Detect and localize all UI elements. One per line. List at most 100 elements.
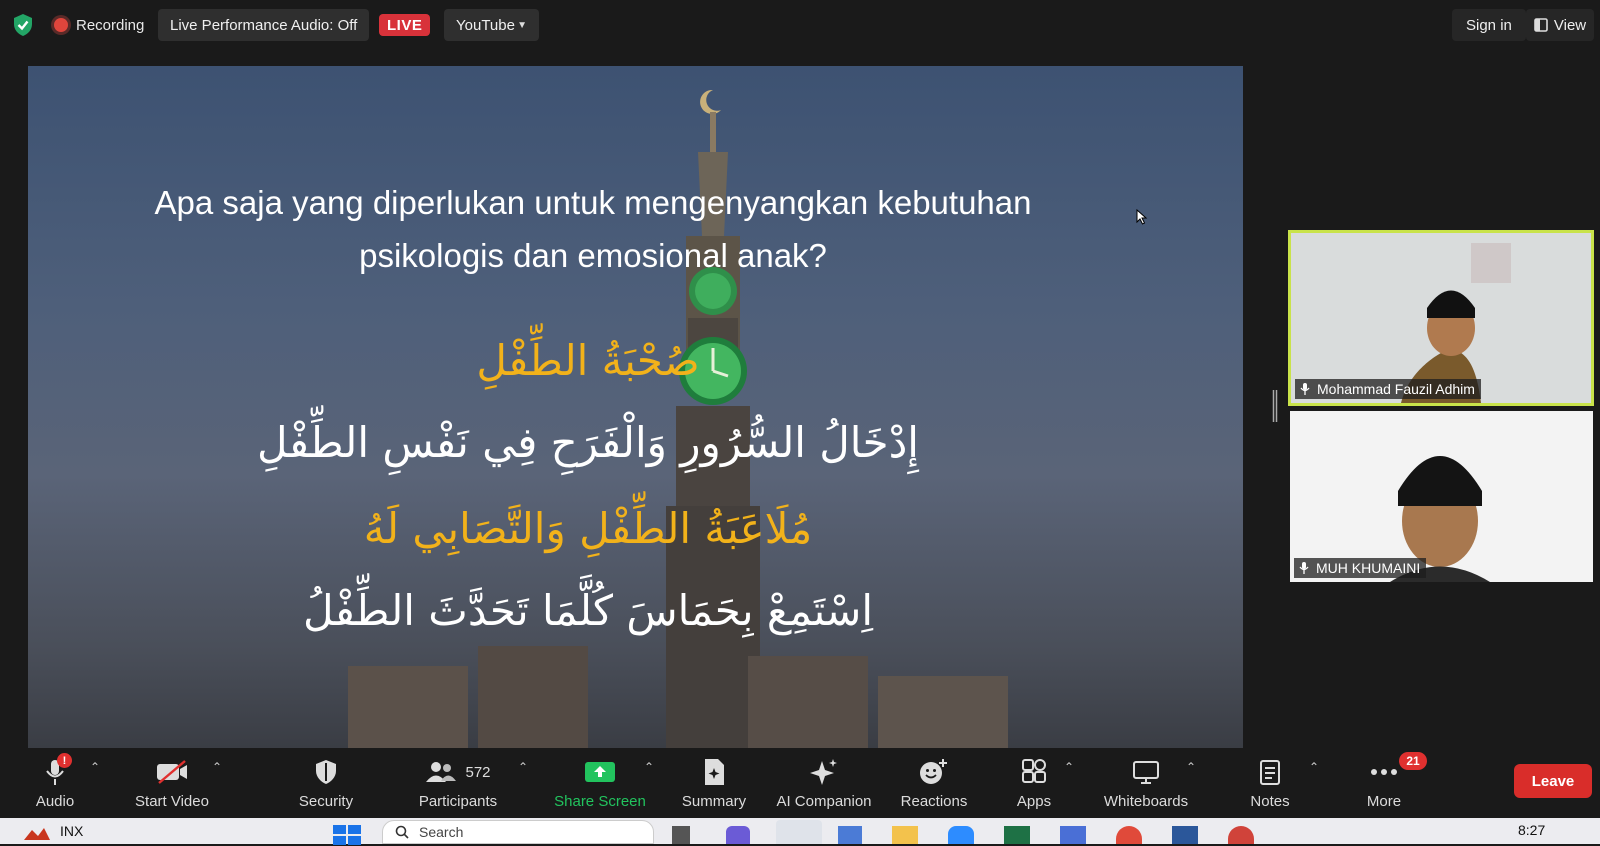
apps-icon — [1021, 755, 1047, 789]
apps-options-chevron-icon[interactable]: ⌃ — [1064, 760, 1074, 774]
search-icon — [395, 825, 409, 839]
ai-companion-button[interactable]: AI Companion — [770, 752, 878, 818]
platform-label: YouTube — [456, 16, 515, 34]
slide-title-line-1: Apa saja yang diperlukan untuk mengenyan… — [154, 184, 1032, 221]
excel-icon[interactable] — [1004, 826, 1030, 844]
notes-options-chevron-icon[interactable]: ⌃ — [1309, 760, 1319, 774]
encryption-shield-icon[interactable] — [12, 13, 34, 37]
participants-button[interactable]: 572 Participants — [412, 752, 504, 818]
chevron-down-icon: ▼ — [517, 19, 527, 31]
participant-video-image — [1291, 233, 1591, 403]
file-explorer-icon[interactable] — [892, 826, 918, 844]
summary-button[interactable]: Summary — [678, 752, 750, 818]
participants-icon — [426, 762, 457, 782]
view-button[interactable]: View — [1526, 9, 1594, 41]
more-label: More — [1366, 793, 1402, 810]
teams-chat-icon[interactable] — [726, 826, 750, 844]
participant-name-tag: Mohammad Fauzil Adhim — [1295, 379, 1481, 399]
zoom-app-icon[interactable] — [948, 826, 974, 844]
meeting-top-bar: Recording Live Performance Audio: Off LI… — [0, 0, 1600, 50]
share-screen-button[interactable]: Share Screen — [552, 752, 648, 818]
audio-label: Audio — [35, 793, 75, 810]
search-placeholder: Search — [419, 824, 464, 840]
video-tile-active-speaker[interactable]: Mohammad Fauzil Adhim — [1288, 230, 1594, 406]
word-icon[interactable] — [1172, 826, 1198, 844]
participants-count: 572 — [465, 763, 491, 781]
share-screen-label: Share Screen — [554, 793, 646, 810]
sparkle-icon — [809, 755, 839, 789]
view-label: View — [1553, 16, 1587, 34]
notes-label: Notes — [1250, 793, 1290, 810]
participant-name: MUH KHUMAINI — [1316, 560, 1421, 576]
start-video-button[interactable]: Start Video — [126, 752, 218, 818]
sign-in-button[interactable]: Sign in — [1452, 9, 1526, 41]
meeting-controls-toolbar: Audio ! ⌃ Start Video ⌃ Security 572 Par… — [0, 752, 1600, 818]
windows-start-icon[interactable] — [333, 824, 361, 846]
shared-screen: Apa saja yang diperlukan untuk mengenyan… — [28, 66, 1243, 748]
recording-dot-icon — [54, 18, 68, 32]
ai-companion-label: AI Companion — [776, 793, 872, 810]
summary-label: Summary — [681, 793, 747, 810]
summary-icon — [702, 755, 726, 789]
participants-label: Participants — [418, 793, 498, 810]
shield-icon — [314, 755, 338, 789]
apps-label: Apps — [1016, 793, 1052, 810]
leave-button[interactable]: Leave — [1514, 764, 1592, 798]
recording-indicator[interactable]: Recording — [54, 14, 144, 36]
video-off-icon — [155, 755, 189, 789]
notes-icon — [1259, 755, 1281, 789]
audio-warning-badge: ! — [57, 753, 72, 768]
participant-name: Mohammad Fauzil Adhim — [1317, 381, 1475, 397]
livestream-platform-dropdown[interactable]: YouTube ▼ — [444, 9, 539, 41]
emoji-add-icon — [919, 755, 949, 789]
audio-button[interactable]: Audio — [24, 752, 86, 818]
participant-video-image — [1290, 411, 1593, 582]
live-badge: LIVE — [379, 14, 431, 36]
slide-title: Apa saja yang diperlukan untuk mengenyan… — [88, 176, 1098, 282]
audio-options-chevron-icon[interactable]: ⌃ — [90, 760, 100, 774]
taskbar-active-app[interactable] — [776, 820, 822, 844]
copilot-icon[interactable] — [838, 826, 862, 844]
chrome-profile-icon[interactable] — [1228, 826, 1254, 844]
video-options-chevron-icon[interactable]: ⌃ — [212, 760, 222, 774]
reactions-button[interactable]: Reactions — [896, 752, 972, 818]
participant-name-tag: MUH KHUMAINI — [1294, 558, 1427, 578]
live-audio-label: Live Performance Audio: Off — [170, 16, 358, 34]
arabic-line-3: مُلَاعَبَةُ الطِّفْلِ وَالتَّصَابِي لَهُ — [363, 504, 813, 553]
taskbar-clock[interactable]: 8:27 — [1518, 822, 1545, 844]
buildings-silhouette-image — [348, 646, 1008, 748]
taskbar-search-box[interactable]: Search — [382, 820, 654, 844]
calendar-icon[interactable] — [1060, 826, 1086, 844]
weather-widget-icon[interactable] — [22, 822, 52, 844]
share-options-chevron-icon[interactable]: ⌃ — [644, 760, 654, 774]
more-dots-icon — [1370, 755, 1398, 789]
pinned-mic-icon — [1299, 562, 1309, 574]
layout-icon — [1534, 18, 1548, 32]
share-screen-icon — [584, 755, 616, 789]
more-notification-badge: 21 — [1399, 752, 1427, 770]
recording-label: Recording — [76, 16, 145, 34]
reactions-label: Reactions — [900, 793, 968, 810]
arabic-line-4: اِسْتَمِعْ بِحَمَاسَ كُلَّمَا تَحَدَّثَ … — [302, 586, 874, 635]
video-tile[interactable]: MUH KHUMAINI — [1290, 411, 1593, 582]
whiteboards-label: Whiteboards — [1103, 793, 1189, 810]
whiteboards-button[interactable]: Whiteboards — [1100, 752, 1192, 818]
panel-resize-handle[interactable] — [1272, 390, 1278, 422]
start-video-label: Start Video — [135, 793, 209, 810]
security-label: Security — [298, 793, 354, 810]
mouse-pointer-icon — [1136, 209, 1148, 225]
taskbar-widget-label: INX — [60, 823, 84, 839]
chrome-icon[interactable] — [1116, 826, 1142, 844]
security-button[interactable]: Security — [292, 752, 360, 818]
slide-title-line-2: psikologis dan emosional anak? — [359, 237, 827, 274]
os-taskbar: INX Search 8:27 — [0, 818, 1600, 846]
participants-options-chevron-icon[interactable]: ⌃ — [518, 760, 528, 774]
task-view-icon[interactable] — [672, 826, 690, 844]
apps-button[interactable]: Apps — [1010, 752, 1058, 818]
pinned-mic-icon — [1300, 383, 1310, 395]
live-audio-status-button[interactable]: Live Performance Audio: Off — [158, 9, 370, 41]
notes-button[interactable]: Notes — [1245, 752, 1295, 818]
arabic-line-1: صُحْبَةُ الطِّفْلِ — [476, 336, 700, 385]
whiteboards-options-chevron-icon[interactable]: ⌃ — [1186, 760, 1196, 774]
arabic-line-2: إِدْخَالُ السُّرُورِ وَالْفَرَحِ فِي نَف… — [257, 418, 919, 467]
